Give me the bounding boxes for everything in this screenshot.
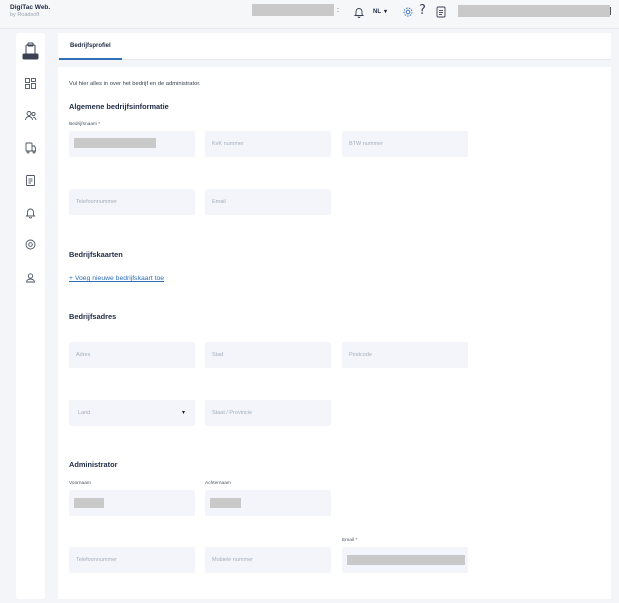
company-phone-placeholder: Telefoonnummer: [76, 199, 117, 205]
company-profile-form: Vul hier alles in over het bedrijf en de…: [58, 67, 611, 599]
location-icon[interactable]: [24, 238, 37, 251]
admin-mobile-placeholder: Mobiele nummer: [212, 557, 253, 563]
admin-firstname-label: Voornaam: [69, 481, 91, 486]
kvk-number-placeholder: KvK nummer: [212, 141, 244, 147]
document-icon[interactable]: [436, 6, 446, 18]
btw-number-field[interactable]: BTW nummer: [342, 131, 468, 157]
notification-icon[interactable]: [24, 206, 37, 219]
company-email-placeholder: Email: [212, 199, 226, 205]
bell-icon[interactable]: [353, 6, 365, 18]
state-province-placeholder: Staat / Provincie: [212, 410, 253, 416]
scrollbar-track[interactable]: [611, 60, 619, 599]
dashboard-icon[interactable]: [24, 77, 37, 90]
admin-email-label: Email *: [342, 538, 358, 543]
truck-icon[interactable]: [21, 42, 40, 61]
brand-subtitle: by Roadsoft: [10, 12, 40, 18]
company-phone-field[interactable]: Telefoonnummer: [69, 189, 195, 215]
section-heading-company-cards: Bedrijfskaarten: [69, 250, 123, 259]
section-heading-company-info: Algemene bedrijfsinformatie: [69, 102, 169, 111]
btw-number-placeholder: BTW nummer: [349, 141, 383, 147]
company-email-field[interactable]: Email: [205, 189, 331, 215]
city-placeholder: Stad: [212, 352, 224, 358]
redacted-lastname-value: [210, 498, 241, 508]
brand-logo[interactable]: DigiTac Web. by Roadsoft: [10, 4, 50, 18]
help-icon[interactable]: ?: [419, 3, 426, 18]
redacted-user-name: [458, 5, 610, 17]
kvk-number-field[interactable]: KvK nummer: [205, 131, 331, 157]
postcode-placeholder: Postcode: [349, 352, 372, 358]
chevron-down-icon: ▾: [384, 9, 388, 15]
company-name-label: Bedrijfsnaam *: [69, 122, 101, 127]
chevron-down-icon: ▾: [181, 410, 185, 416]
support-icon[interactable]: [24, 271, 37, 284]
admin-firstname-field[interactable]: [69, 490, 195, 516]
admin-mobile-field[interactable]: Mobiele nummer: [205, 547, 331, 573]
top-bar-edge: [610, 7, 611, 15]
report-icon[interactable]: [24, 174, 37, 187]
admin-lastname-field[interactable]: [205, 490, 331, 516]
admin-phone-placeholder: Telefoonnummer: [76, 557, 117, 563]
tab-bedrijfsprofiel[interactable]: Bedrijfsprofiel: [59, 33, 122, 60]
redacted-admin-email-value: [347, 555, 465, 565]
state-province-field[interactable]: Staat / Provincie: [205, 400, 331, 426]
redacted-firstname-value: [74, 498, 104, 508]
country-select[interactable]: Land ▾: [69, 400, 195, 426]
city-field[interactable]: Stad: [205, 342, 331, 368]
tab-bar: Bedrijfsprofiel: [58, 33, 611, 60]
users-icon[interactable]: [24, 109, 37, 122]
vehicle-icon[interactable]: [24, 141, 37, 154]
section-heading-administrator: Administrator: [69, 460, 118, 469]
redacted-company-name: [252, 4, 334, 16]
section-heading-company-address: Bedrijfsadres: [69, 312, 117, 321]
company-name-field[interactable]: [69, 131, 195, 157]
admin-phone-field[interactable]: Telefoonnummer: [69, 547, 195, 573]
redacted-company-name-value: [74, 138, 156, 148]
header-separator: :: [337, 7, 339, 14]
language-selector[interactable]: NL ▾: [373, 8, 387, 15]
street-field[interactable]: Adres: [69, 342, 195, 368]
country-placeholder: Land: [78, 410, 91, 416]
street-placeholder: Adres: [76, 352, 91, 358]
language-label: NL: [373, 9, 381, 15]
top-bar: DigiTac Web. by Roadsoft : NL ▾ ?: [0, 0, 619, 29]
gear-icon[interactable]: [402, 6, 414, 18]
intro-text: Vul hier alles in over het bedrijf en de…: [69, 81, 201, 87]
admin-email-field[interactable]: [342, 547, 468, 573]
postcode-field[interactable]: Postcode: [342, 342, 468, 368]
admin-lastname-label: Achternaam: [205, 481, 231, 486]
add-company-card-link[interactable]: + Voeg nieuwe bedrijfskaart toe: [69, 275, 164, 282]
brand-title: DigiTac Web.: [10, 4, 51, 11]
sidebar: [16, 33, 45, 599]
